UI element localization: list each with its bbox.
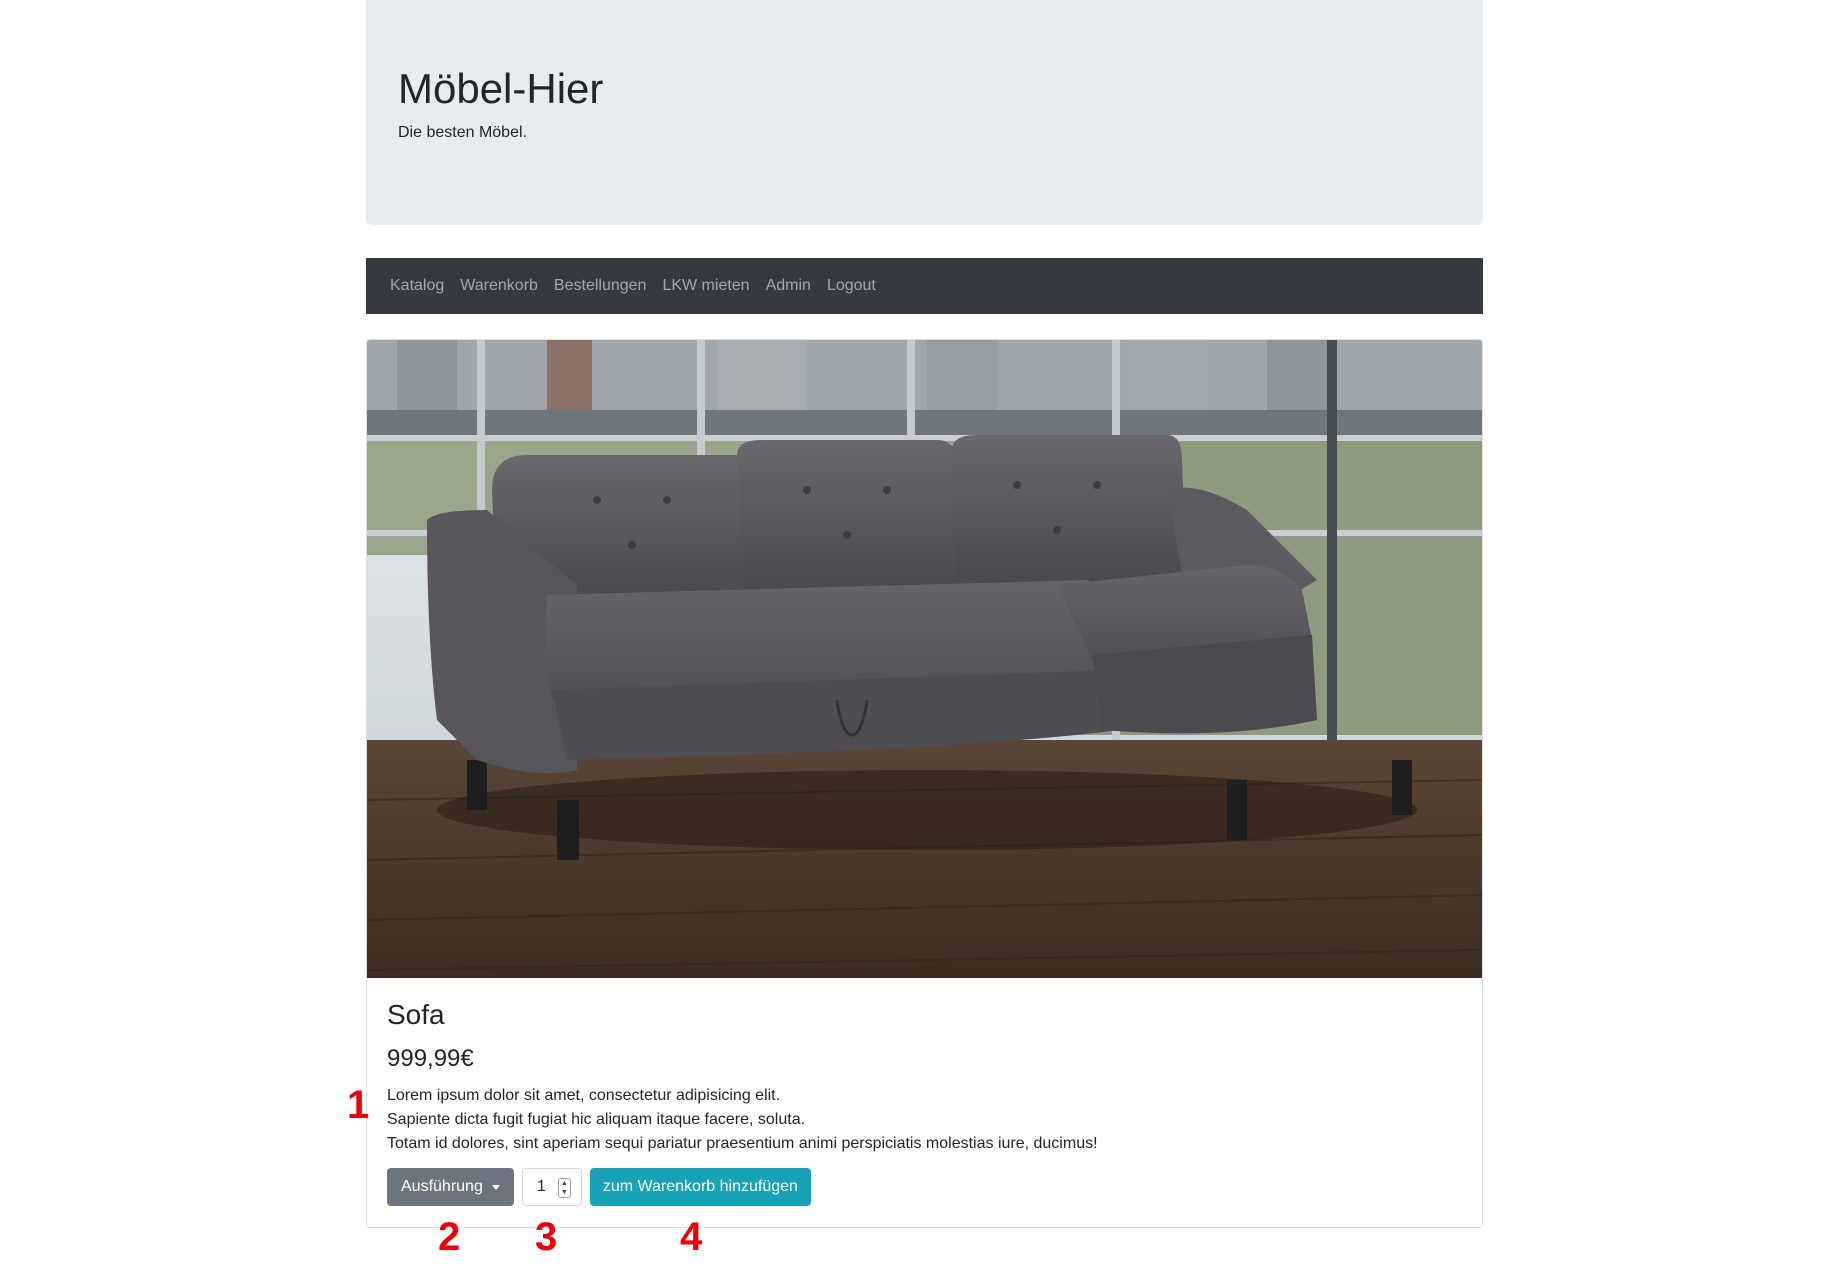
chevron-up-icon[interactable]: ▲ — [561, 1180, 568, 1187]
variant-dropdown-label: Ausführung — [401, 1178, 483, 1195]
product-image — [367, 340, 1482, 978]
variant-dropdown-button[interactable]: Ausführung — [387, 1168, 514, 1206]
chevron-down-icon[interactable]: ▼ — [561, 1189, 568, 1196]
header-jumbotron: Möbel-Hier Die besten Möbel. — [366, 0, 1483, 225]
annotation-marker-4: 4 — [680, 1215, 703, 1259]
nav-item-admin[interactable]: Admin — [758, 258, 819, 314]
quantity-value: 1 — [536, 1178, 546, 1195]
product-price: 999,99€ — [387, 1045, 474, 1072]
nav-item-bestellungen[interactable]: Bestellungen — [546, 258, 655, 314]
product-controls: Ausführung 1 ▲ ▼ zum Warenkorb hinzufüge… — [387, 1168, 811, 1206]
site-title: Möbel-Hier — [398, 65, 604, 112]
page: Möbel-Hier Die besten Möbel. Katalog War… — [0, 0, 1836, 1268]
nav-item-warenkorb[interactable]: Warenkorb — [452, 258, 546, 314]
product-card: Sofa 999,99€ Lorem ipsum dolor sit amet,… — [366, 339, 1483, 1228]
quantity-stepper[interactable]: 1 ▲ ▼ — [521, 1168, 582, 1206]
caret-down-icon — [491, 1184, 500, 1190]
annotation-marker-2: 2 — [438, 1215, 461, 1259]
annotation-marker-3: 3 — [535, 1215, 558, 1259]
add-to-cart-button[interactable]: zum Warenkorb hinzufügen — [589, 1168, 811, 1206]
product-description: Lorem ipsum dolor sit amet, consectetur … — [387, 1084, 1462, 1156]
nav-item-lkw-mieten[interactable]: LKW mieten — [654, 258, 757, 314]
annotation-marker-1: 1 — [347, 1083, 370, 1127]
description-line: Lorem ipsum dolor sit amet, consectetur … — [387, 1087, 781, 1104]
nav-item-logout[interactable]: Logout — [819, 258, 884, 314]
product-name: Sofa — [387, 999, 445, 1030]
spinner-arrows-icon[interactable]: ▲ ▼ — [557, 1178, 571, 1198]
description-line: Sapiente dicta fugit fugiat hic aliquam … — [387, 1111, 806, 1128]
sofa-photo — [367, 340, 1482, 978]
site-subtitle: Die besten Möbel. — [398, 124, 527, 141]
description-line: Totam id dolores, sint aperiam sequi par… — [387, 1135, 1098, 1152]
main-navbar: Katalog Warenkorb Bestellungen LKW miete… — [366, 258, 1483, 314]
nav-item-katalog[interactable]: Katalog — [382, 258, 452, 314]
